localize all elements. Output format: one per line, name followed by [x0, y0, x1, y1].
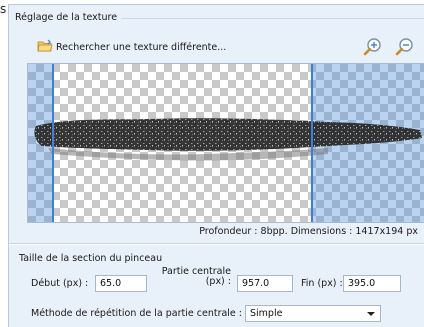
center-label: Partie centrale (px) :	[159, 267, 231, 287]
end-section-handle[interactable]	[311, 64, 313, 222]
start-label: Début (px) :	[31, 278, 89, 289]
texture-group-divider	[121, 18, 424, 19]
start-input[interactable]	[95, 275, 147, 292]
zoom-in-icon	[363, 38, 383, 60]
zoom-out-button[interactable]	[395, 37, 415, 57]
start-section-handle[interactable]	[52, 64, 54, 222]
brush-section-group-title: Taille de la section du pinceau	[19, 253, 163, 264]
chevron-down-icon	[367, 312, 375, 316]
zoom-in-button[interactable]	[363, 37, 383, 57]
repeat-method-label: Méthode de répétition de la partie centr…	[31, 308, 242, 319]
center-label-line2: (px) :	[205, 276, 231, 287]
section-divider	[9, 243, 424, 245]
texture-depth-dimensions: Profondeur : 8bpp. Dimensions : 1417x194…	[199, 226, 418, 237]
texture-settings-panel: Réglage de la texture Rechercher une tex…	[8, 4, 424, 327]
browse-texture-link[interactable]: Rechercher une texture différente...	[37, 39, 226, 55]
end-label: Fin (px) :	[301, 278, 343, 289]
texture-group-title: Réglage de la texture	[15, 12, 118, 23]
folder-icon	[37, 39, 53, 56]
zoom-out-icon	[395, 38, 415, 60]
center-input[interactable]	[237, 275, 293, 292]
repeat-method-value: Simple	[250, 308, 283, 319]
texture-preview[interactable]	[27, 63, 424, 223]
end-input[interactable]	[343, 275, 401, 292]
repeat-method-select[interactable]: Simple	[245, 305, 381, 322]
browse-texture-label: Rechercher une texture différente...	[56, 41, 227, 53]
brush-stroke-texture	[34, 118, 422, 161]
edge-text-fragment: s	[0, 2, 7, 16]
